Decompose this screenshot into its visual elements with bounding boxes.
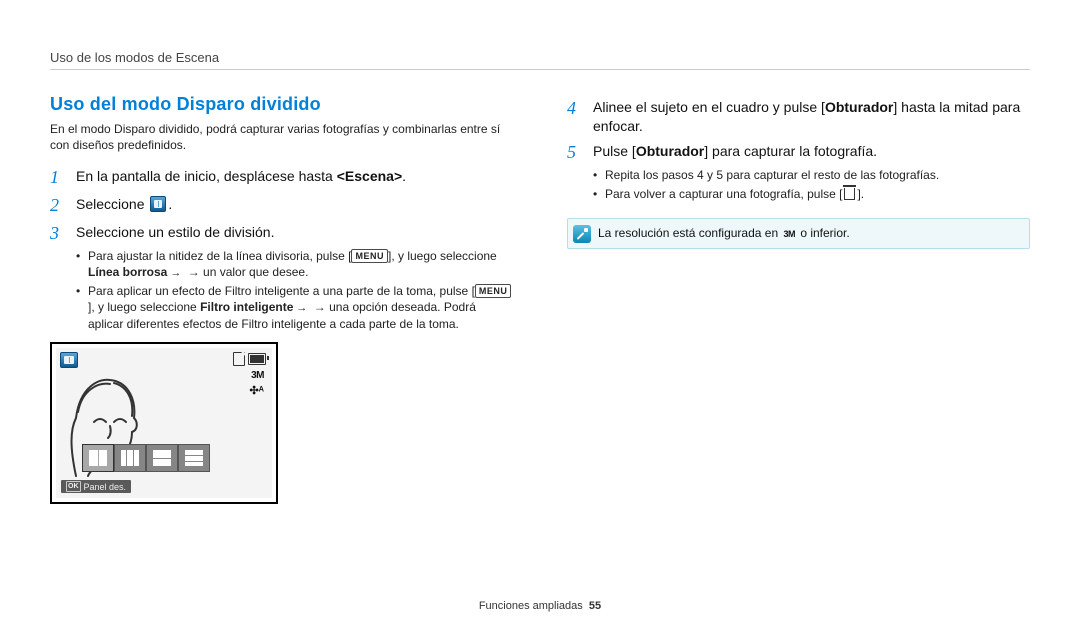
step-number: 4 [567,98,583,136]
layout-2-horizontal [146,444,178,472]
lcd-screen: 3M ✣ᴬ [56,348,272,498]
step-body: En la pantalla de inicio, desplácese has… [76,167,406,189]
step-body: Pulse [Obturador] para capturar la fotog… [593,142,877,164]
step-number: 2 [50,195,66,217]
steps-list-left: 1 En la pantalla de inicio, desplácese h… [50,167,513,244]
page-footer: Funciones ampliadas 55 [0,600,1080,612]
split-layout-selector [82,444,210,472]
resolution-3m-icon: 3M [783,229,795,241]
step-5: 5 Pulse [Obturador] para capturar la fot… [567,142,1030,164]
step-number: 5 [567,142,583,164]
step-2: 2 Seleccione . [50,195,513,217]
split-mode-icon [60,352,78,368]
resolution-indicator: 3M [251,370,264,381]
step-1: 1 En la pantalla de inicio, desplácese h… [50,167,513,189]
sub-5b: Para volver a capturar una fotografía, p… [591,186,1030,202]
steps-list-right: 4 Alinee el sujeto en el cuadro y pulse … [567,98,1030,163]
camera-lcd-illustration: 3M ✣ᴬ [50,342,278,504]
step-body: Seleccione un estilo de división. [76,223,274,245]
layout-3-horizontal [178,444,210,472]
step-body: Seleccione . [76,195,172,217]
step-number: 3 [50,223,66,245]
sd-card-icon [233,352,245,366]
flash-indicator: ✣ᴬ [249,384,264,397]
sub-5a: Repita los pasos 4 y 5 para capturar el … [591,167,1030,183]
battery-icon [248,353,266,365]
note-icon [568,219,596,249]
manual-page: Uso de los modos de Escena Uso del modo … [0,0,1080,630]
menu-icon: MENU [475,284,512,298]
step-number: 1 [50,167,66,189]
arrow-icon: → [296,302,307,314]
split-mode-icon [150,196,166,212]
step-3: 3 Seleccione un estilo de división. [50,223,513,245]
note-box: La resolución está configurada en 3M o i… [567,218,1030,250]
layout-3-vertical [114,444,146,472]
section-heading: Uso del modo Disparo dividido [50,94,513,115]
sub-3b: Para aplicar un efecto de Filtro intelig… [74,283,513,332]
step-3-sub: Para ajustar la nitidez de la línea divi… [74,248,513,332]
sub-3a: Para ajustar la nitidez de la línea divi… [74,248,513,281]
right-column: 4 Alinee el sujeto en el cuadro y pulse … [567,92,1030,504]
left-column: Uso del modo Disparo dividido En el modo… [50,92,513,504]
ok-icon: OK [66,481,81,492]
trash-icon [844,188,855,200]
header-rule [50,69,1030,70]
arrow-icon: → [170,267,181,279]
two-column-layout: Uso del modo Disparo dividido En el modo… [50,92,1030,504]
intro-paragraph: En el modo Disparo dividido, podrá captu… [50,121,513,153]
lcd-status-icons [233,352,266,366]
step-5-sub: Repita los pasos 4 y 5 para capturar el … [591,167,1030,201]
note-text: La resolución está configurada en 3M o i… [596,219,860,249]
menu-icon: MENU [351,249,388,263]
step-4: 4 Alinee el sujeto en el cuadro y pulse … [567,98,1030,136]
step-body: Alinee el sujeto en el cuadro y pulse [O… [593,98,1030,136]
lcd-bottom-hint: OK Panel des. [61,480,131,493]
layout-2-vertical [82,444,114,472]
running-header: Uso de los modos de Escena [50,50,1030,65]
